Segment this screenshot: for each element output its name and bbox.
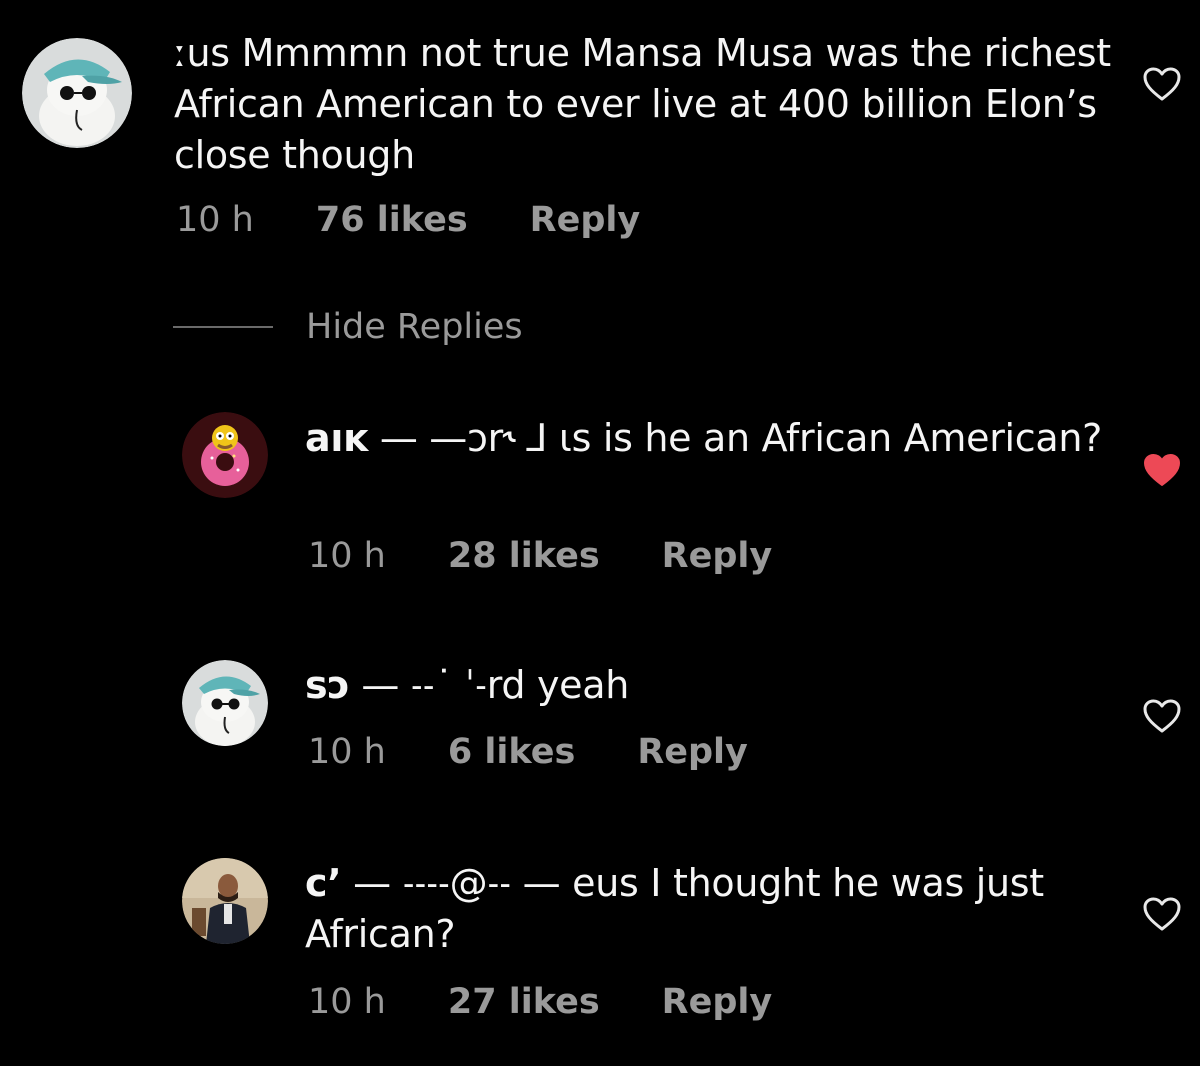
comment-likes[interactable]: 27 likes [448, 982, 600, 1022]
comment-meta: 10 h 27 likes Reply [308, 982, 772, 1022]
comment-time: 10 h [308, 536, 386, 576]
comment-meta: 10 h 6 likes Reply [308, 732, 748, 772]
heart-outline-icon[interactable] [1142, 66, 1182, 106]
comment-body: — ˗˗˙ ˈ˗rd yeah [361, 663, 630, 707]
avatar[interactable] [22, 38, 132, 148]
divider [173, 326, 273, 328]
comment-text: aıĸ — —ɔr˞ ⅃ ɩs is he an African America… [305, 413, 1105, 464]
heart-filled-icon[interactable] [1142, 452, 1182, 492]
comment-time: 10 h [176, 200, 254, 240]
reply-button[interactable]: Reply [662, 982, 773, 1022]
hide-replies-label[interactable]: Hide Replies [306, 306, 523, 348]
comment-meta: 10 h 28 likes Reply [308, 536, 772, 576]
comment-text: ːus Mmmmn not true Mansa Musa was the ri… [174, 28, 1124, 181]
reply-button[interactable]: Reply [662, 536, 773, 576]
avatar[interactable] [182, 412, 268, 498]
heart-outline-icon[interactable] [1142, 698, 1182, 738]
comment-username[interactable]: cʼ [305, 861, 342, 905]
comment-likes[interactable]: 28 likes [448, 536, 600, 576]
comment-text: cʼ — ˗˗˗˗@˗˗ — eus I thought he was just… [305, 858, 1105, 960]
heart-outline-icon[interactable] [1142, 896, 1182, 936]
comment-username[interactable]: aıĸ [305, 416, 368, 460]
comment-body: ːus Mmmmn not true Mansa Musa was the ri… [174, 31, 1111, 177]
comment-time: 10 h [308, 982, 386, 1022]
comment-likes[interactable]: 76 likes [316, 200, 468, 240]
avatar[interactable] [182, 858, 268, 944]
comment-body: — —ɔr˞ ⅃ ɩs is he an African American? [379, 416, 1103, 460]
comment-time: 10 h [308, 732, 386, 772]
comment-username[interactable]: sɔ [305, 663, 350, 707]
comment-meta: 10 h 76 likes Reply [176, 200, 640, 240]
reply-button[interactable]: Reply [637, 732, 748, 772]
avatar[interactable] [182, 660, 268, 746]
comment-text: sɔ — ˗˗˙ ˈ˗rd yeah [305, 660, 1105, 711]
comment-body: — ˗˗˗˗@˗˗ — eus I thought he was just Af… [305, 861, 1044, 956]
comment-likes[interactable]: 6 likes [448, 732, 575, 772]
reply-button[interactable]: Reply [530, 200, 641, 240]
